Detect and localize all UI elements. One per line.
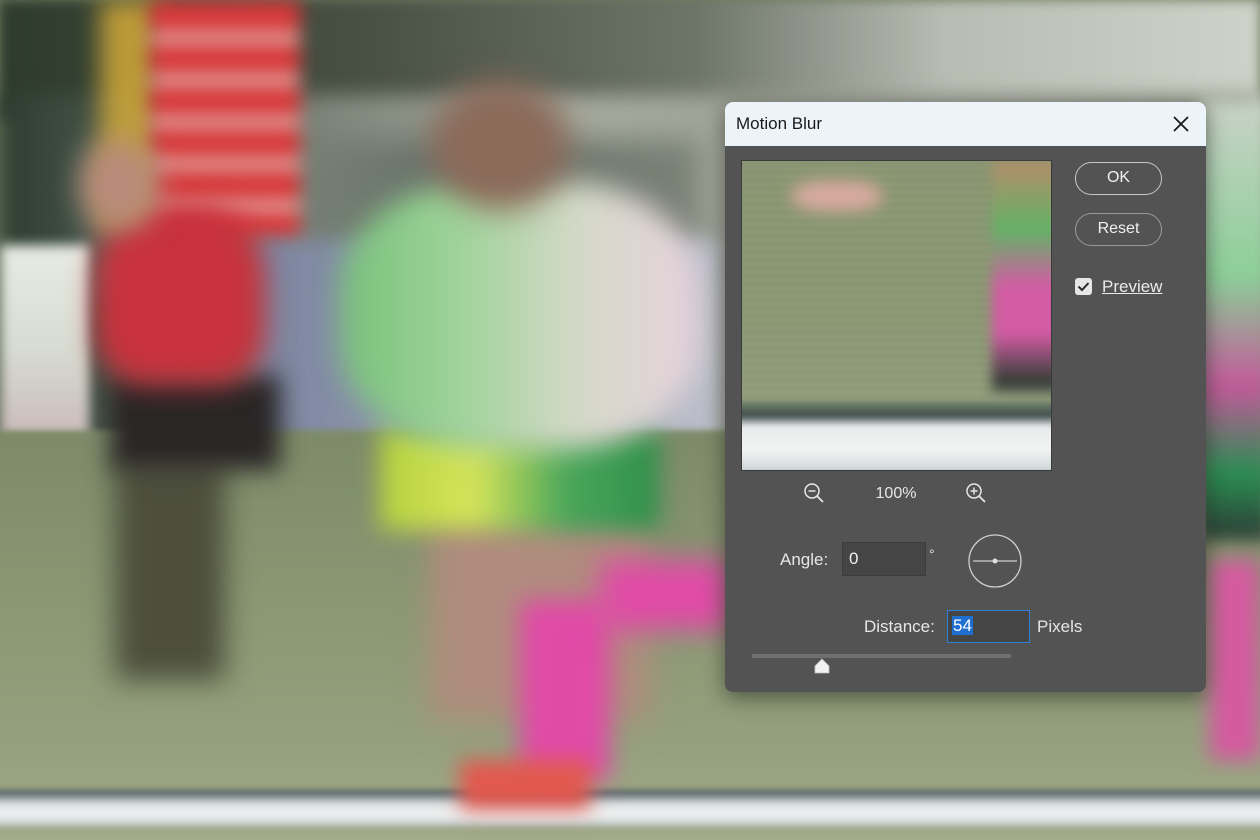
photo-left-board [0, 245, 90, 445]
photo-green-player [340, 180, 700, 450]
zoom-out-button[interactable] [803, 482, 825, 509]
preview-shoe [792, 181, 882, 211]
zoom-in-button[interactable] [965, 482, 987, 509]
zoom-controls: 100% [741, 482, 1050, 506]
zoom-level: 100% [875, 485, 917, 502]
photo-red-player-legs [115, 460, 225, 680]
slider-thumb-icon [814, 658, 830, 674]
dialog-titlebar[interactable]: Motion Blur [725, 102, 1206, 146]
distance-input[interactable]: 54 [947, 610, 1030, 643]
preview-image[interactable] [741, 160, 1052, 471]
close-button[interactable] [1165, 108, 1197, 140]
preview-field-line [742, 401, 1051, 470]
distance-unit: Pixels [1037, 617, 1083, 636]
photo-pink-sock [520, 600, 610, 780]
photo-red-player-head [80, 140, 160, 230]
angle-dial[interactable] [967, 533, 1023, 594]
angle-label: Angle: [780, 550, 829, 569]
photo-pink-sock-2 [600, 560, 730, 630]
motion-blur-dialog: Motion Blur 100% OK Reset Preview Angle:… [725, 102, 1206, 692]
ok-button[interactable]: OK [1075, 162, 1162, 195]
distance-slider-thumb[interactable] [813, 657, 831, 675]
checkbox-box[interactable] [1075, 278, 1092, 295]
photo-shoe [460, 760, 590, 810]
photo-right-player-leg [1210, 560, 1260, 760]
photo-field-line [0, 790, 1260, 826]
dialog-title: Motion Blur [736, 114, 822, 133]
photo-green-player-head [430, 80, 570, 210]
distance-value: 54 [952, 616, 973, 635]
angle-input[interactable]: 0 [842, 542, 926, 576]
distance-label: Distance: [864, 617, 935, 636]
angle-unit: ° [929, 546, 935, 562]
zoom-out-icon [804, 483, 824, 503]
preview-leg [992, 161, 1051, 391]
close-icon [1173, 116, 1189, 132]
photo-striped-banner [150, 0, 300, 240]
reset-button[interactable]: Reset [1075, 213, 1162, 246]
distance-slider[interactable] [752, 654, 1011, 658]
photo-red-player-shorts [110, 375, 280, 470]
zoom-in-icon [966, 483, 986, 503]
photo-red-player [95, 205, 265, 385]
photo-right-player [1200, 100, 1260, 540]
checkmark-icon [1077, 282, 1090, 292]
preview-checkbox-label: Preview [1102, 277, 1163, 296]
angle-dial-icon [968, 534, 1022, 588]
